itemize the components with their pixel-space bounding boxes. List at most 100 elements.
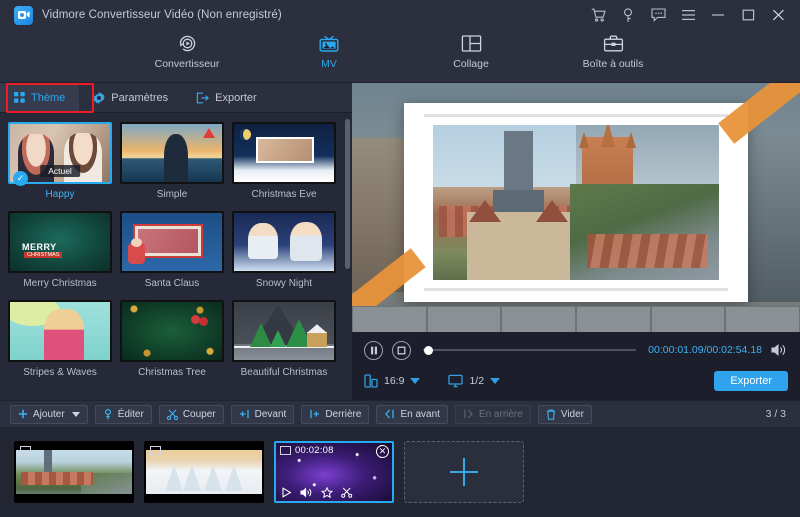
theme-name: Christmas Eve — [232, 189, 336, 201]
aspect-ratio-selector[interactable]: 16:9 — [364, 374, 420, 388]
move-forward-button[interactable]: En avant — [376, 405, 447, 424]
insert-after-button[interactable]: Derrière — [301, 405, 369, 424]
body: Thème Paramètres — [0, 82, 800, 400]
cut-button-label: Couper — [183, 409, 216, 420]
chevron-down-icon[interactable] — [410, 378, 420, 384]
clip-duration: 00:02:08 — [295, 445, 334, 456]
toolbox-icon — [603, 32, 624, 55]
timeline-clip[interactable] — [144, 441, 264, 503]
theme-item-santa-claus[interactable]: Santa Claus — [120, 211, 224, 290]
menu-icon[interactable] — [680, 7, 696, 23]
seek-slider[interactable] — [423, 343, 636, 357]
grid-icon — [14, 92, 25, 103]
theme-item-beautiful-christmas[interactable]: Beautiful Christmas — [232, 300, 336, 379]
tab-convertisseur-label: Convertisseur — [155, 58, 220, 70]
close-icon[interactable] — [770, 7, 786, 23]
edit-wand-icon — [103, 409, 113, 420]
title-bar: Vidmore Convertisseur Vidéo (Non enregis… — [0, 0, 800, 30]
add-clip-placeholder[interactable] — [404, 441, 524, 503]
insert-after-button-label: Derrière — [325, 409, 361, 420]
collage-icon — [461, 32, 482, 55]
add-button[interactable]: Ajouter — [10, 405, 88, 424]
volume-icon[interactable] — [300, 487, 313, 498]
theme-item-merry-christmas[interactable]: MERRY CHRISTMAS Merry Christmas — [8, 211, 112, 290]
move-forward-button-label: En avant — [400, 409, 439, 420]
theme-gallery-scrollbar[interactable] — [345, 119, 350, 269]
insert-before-icon — [239, 409, 250, 419]
convert-icon — [177, 32, 198, 55]
tab-collage[interactable]: Collage — [428, 32, 514, 70]
seek-handle[interactable] — [424, 346, 433, 355]
plus-icon — [18, 409, 28, 419]
subtab-parametres[interactable]: Paramètres — [79, 83, 182, 112]
video-preview[interactable] — [352, 83, 800, 332]
theme-item-christmas-eve[interactable]: Christmas Eve — [232, 122, 336, 201]
theme-item-stripes-waves[interactable]: Stripes & Waves — [8, 300, 112, 379]
move-backward-button[interactable]: En arrière — [455, 405, 531, 424]
zoom-value: 1/2 — [469, 375, 484, 387]
aspect-ratio-icon — [364, 374, 378, 388]
timeline-clip-selected[interactable]: 00:02:08 ✕ — [274, 441, 394, 503]
theme-gallery[interactable]: Actuel ✓ Happy Simple — [0, 113, 352, 400]
insert-before-button-label: Devant — [255, 409, 287, 420]
key-icon[interactable] — [620, 7, 636, 23]
tab-boite-a-outils-label: Boîte à outils — [583, 58, 644, 70]
subtab-exporter-label: Exporter — [215, 92, 257, 104]
tab-convertisseur[interactable]: Convertisseur — [144, 32, 230, 70]
theme-selected-check-icon: ✓ — [13, 171, 28, 186]
window-controls — [590, 7, 794, 23]
theme-item-simple[interactable]: Simple — [120, 122, 224, 201]
player-controls: 00:00:01.09/00:02:54.18 — [352, 332, 800, 400]
subtab-theme-label: Thème — [31, 92, 65, 104]
maximize-icon[interactable] — [740, 7, 756, 23]
theme-item-christmas-tree[interactable]: Christmas Tree — [120, 300, 224, 379]
theme-thumbnail — [8, 300, 112, 362]
theme-art-text: MERRY — [22, 242, 57, 252]
film-icon — [150, 446, 161, 455]
theme-thumbnail — [232, 300, 336, 362]
theme-name: Simple — [120, 189, 224, 201]
timeline-clip[interactable] — [14, 441, 134, 503]
zoom-selector[interactable]: 1/2 — [448, 374, 500, 388]
cut-button[interactable]: Couper — [159, 405, 224, 424]
clip-toolbar: Ajouter Éditer Couper — [0, 400, 800, 427]
minimize-icon[interactable] — [710, 7, 726, 23]
subtab-theme[interactable]: Thème — [0, 83, 79, 112]
preview-photo-frame — [404, 103, 749, 302]
subtab-exporter[interactable]: Exporter — [182, 83, 271, 112]
trim-scissors-icon[interactable] — [341, 487, 353, 498]
theme-item-happy[interactable]: Actuel ✓ Happy — [8, 122, 112, 201]
remove-clip-icon[interactable]: ✕ — [376, 445, 389, 458]
edit-button[interactable]: Éditer — [95, 405, 152, 424]
left-panel: Thème Paramètres — [0, 82, 352, 400]
theme-name: Stripes & Waves — [8, 367, 112, 379]
chevron-down-icon[interactable] — [490, 378, 500, 384]
play-icon[interactable] — [281, 487, 292, 498]
app-logo-icon — [14, 6, 33, 25]
insert-after-icon — [309, 409, 320, 419]
clip-timeline: 00:02:08 ✕ — [0, 427, 800, 517]
tab-boite-a-outils[interactable]: Boîte à outils — [570, 32, 656, 70]
volume-icon[interactable] — [771, 343, 788, 357]
subtab-parametres-label: Paramètres — [111, 92, 168, 104]
cart-icon[interactable] — [590, 7, 606, 23]
preview-panel: 00:00:01.09/00:02:54.18 — [352, 82, 800, 400]
tab-mv[interactable]: MV — [286, 32, 372, 70]
export-button[interactable]: Exporter — [714, 371, 788, 391]
theme-thumbnail: MERRY CHRISTMAS — [8, 211, 112, 273]
feedback-icon[interactable] — [650, 7, 666, 23]
stop-button[interactable] — [392, 341, 411, 360]
app-title: Vidmore Convertisseur Vidéo (Non enregis… — [42, 9, 282, 21]
pause-button[interactable] — [364, 341, 383, 360]
insert-before-button[interactable]: Devant — [231, 405, 295, 424]
theme-grid: Actuel ✓ Happy Simple — [0, 113, 352, 388]
theme-thumbnail — [232, 211, 336, 273]
export-icon — [196, 92, 209, 104]
trash-icon — [546, 409, 556, 420]
film-icon — [280, 446, 291, 455]
theme-item-snowy-night[interactable]: Snowy Night — [232, 211, 336, 290]
effect-star-icon[interactable] — [321, 487, 333, 498]
chevron-down-icon[interactable] — [72, 412, 80, 417]
clear-button[interactable]: Vider — [538, 405, 592, 424]
move-backward-icon — [463, 409, 474, 419]
